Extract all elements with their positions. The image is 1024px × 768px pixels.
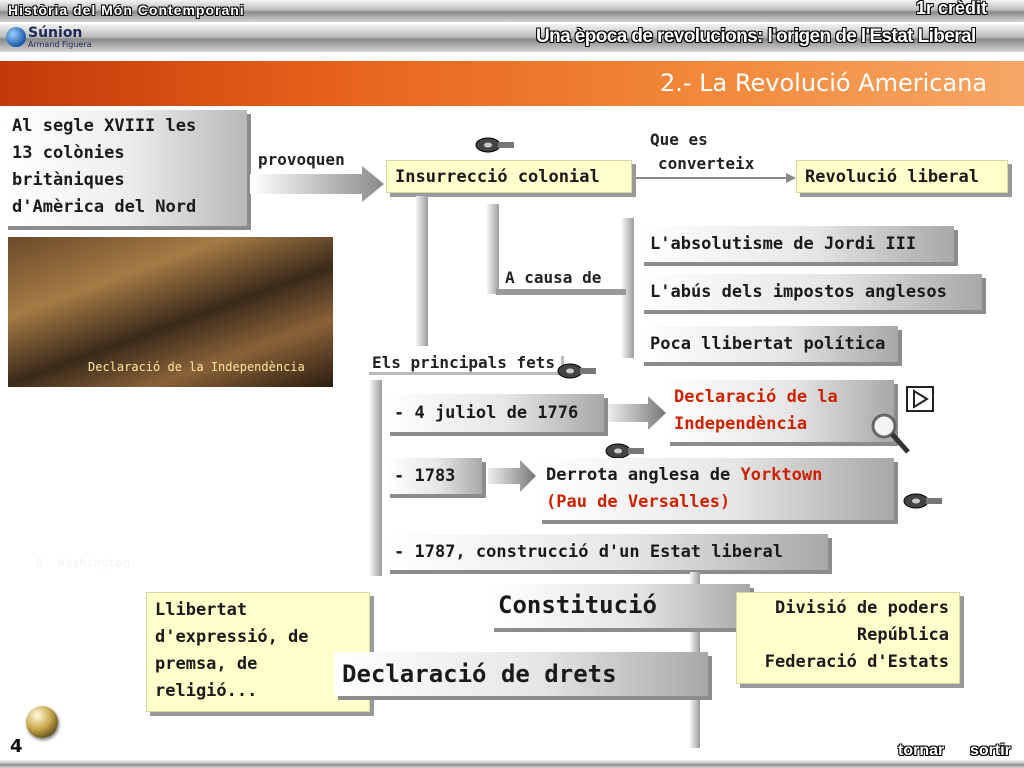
box-fet-1783: - 1783 — [386, 458, 482, 494]
logo: Súnion Armand Figuera — [6, 25, 116, 51]
connector-causes — [496, 289, 626, 295]
logo-text: Súnion — [28, 25, 83, 41]
box-fet-1776: - 4 juliol de 1776 — [386, 394, 604, 432]
arrow-provoquen — [250, 166, 384, 202]
magnifier-icon[interactable] — [868, 410, 912, 456]
film-reel-icon[interactable] — [902, 490, 944, 510]
sphere-button-icon[interactable] — [26, 706, 58, 738]
box-insurreccio: Insurrecció colonial — [386, 160, 632, 193]
derrota-text: Derrota anglesa de — [546, 465, 741, 485]
film-reel-icon[interactable] — [474, 134, 516, 154]
globe-icon — [6, 27, 26, 47]
poders-line-2: República — [856, 625, 949, 645]
llibertats-line-3: premsa, de — [155, 654, 258, 674]
box-abus-impostos: L'abús dels impostos anglesos — [640, 274, 982, 310]
arrow-1783 — [488, 460, 536, 492]
arrow-1776 — [608, 396, 666, 430]
sortir-link[interactable]: sortir — [970, 742, 1011, 760]
llibertats-line-2: d'expressió, de — [155, 627, 309, 647]
label-converteix: converteix — [658, 154, 755, 173]
bar-causes — [487, 204, 499, 294]
footer-bar — [0, 760, 1024, 768]
logo-subtext: Armand Figuera — [28, 40, 92, 49]
film-reel-icon[interactable] — [556, 360, 598, 380]
box-derrota-yorktown: Derrota anglesa de Yorktown (Pau de Vers… — [538, 458, 894, 520]
label-principals-fets: Els principals fets — [366, 353, 562, 372]
intro-line-1: Al segle XVIII les — [12, 116, 197, 136]
page-number: 4 — [10, 736, 23, 757]
box-poders: Divisió de poders República Federació d'… — [736, 592, 960, 684]
declaracio-line-2: Independència — [674, 414, 808, 434]
box-constitucio: Constitució — [490, 584, 750, 628]
intro-box: Al segle XVIII les 13 colònies britàniqu… — [4, 110, 247, 226]
course-title: Història del Món Contemporani — [8, 2, 245, 18]
painting-caption: Declaració de la Independència — [88, 360, 305, 374]
box-poca-llibertat: Poca llibertat política — [640, 326, 898, 362]
play-icon[interactable] — [906, 386, 934, 412]
yorktown-text: Yorktown — [740, 465, 823, 485]
box-fet-1787: - 1787, construcció d'un Estat liberal — [386, 534, 828, 570]
label-que-es: Que es — [650, 130, 708, 149]
llibertats-line-4: religió... — [155, 681, 258, 701]
pau-versalles-text: (Pau de Versalles) — [546, 492, 731, 512]
unit-title: Una època de revolucions: l'origen de l'… — [536, 26, 976, 47]
poders-line-1: Divisió de poders — [775, 598, 949, 618]
timeline-bar — [370, 380, 382, 576]
washington-caption: G. Washington — [36, 556, 130, 570]
bar-causes-right — [622, 218, 634, 358]
intro-line-2: 13 colònies — [12, 143, 125, 163]
box-absolutisme: L'absolutisme de Jordi III — [640, 226, 954, 262]
box-revolucio-liberal: Revolució liberal — [796, 160, 1008, 193]
intro-line-3: britàniques — [12, 170, 125, 190]
label-a-causa-de: A causa de — [505, 268, 602, 287]
bar-left — [416, 196, 428, 346]
box-declaracio-independencia[interactable]: Declaració de la Independència — [666, 380, 894, 442]
llibertats-line-1: Llibertat — [155, 600, 248, 620]
section-title: 2.- La Revolució Americana — [660, 69, 988, 97]
tornar-link[interactable]: tornar — [898, 742, 944, 760]
declaracio-line-1: Declaració de la — [674, 387, 838, 407]
film-reel-icon[interactable] — [604, 440, 646, 460]
arrow-converteix — [636, 173, 796, 183]
poders-line-3: Federació d'Estats — [764, 652, 949, 672]
box-declaracio-drets: Declaració de drets — [334, 652, 708, 696]
intro-line-4: d'Amèrica del Nord — [12, 197, 197, 217]
credit-label: 1r crèdit — [916, 0, 988, 18]
